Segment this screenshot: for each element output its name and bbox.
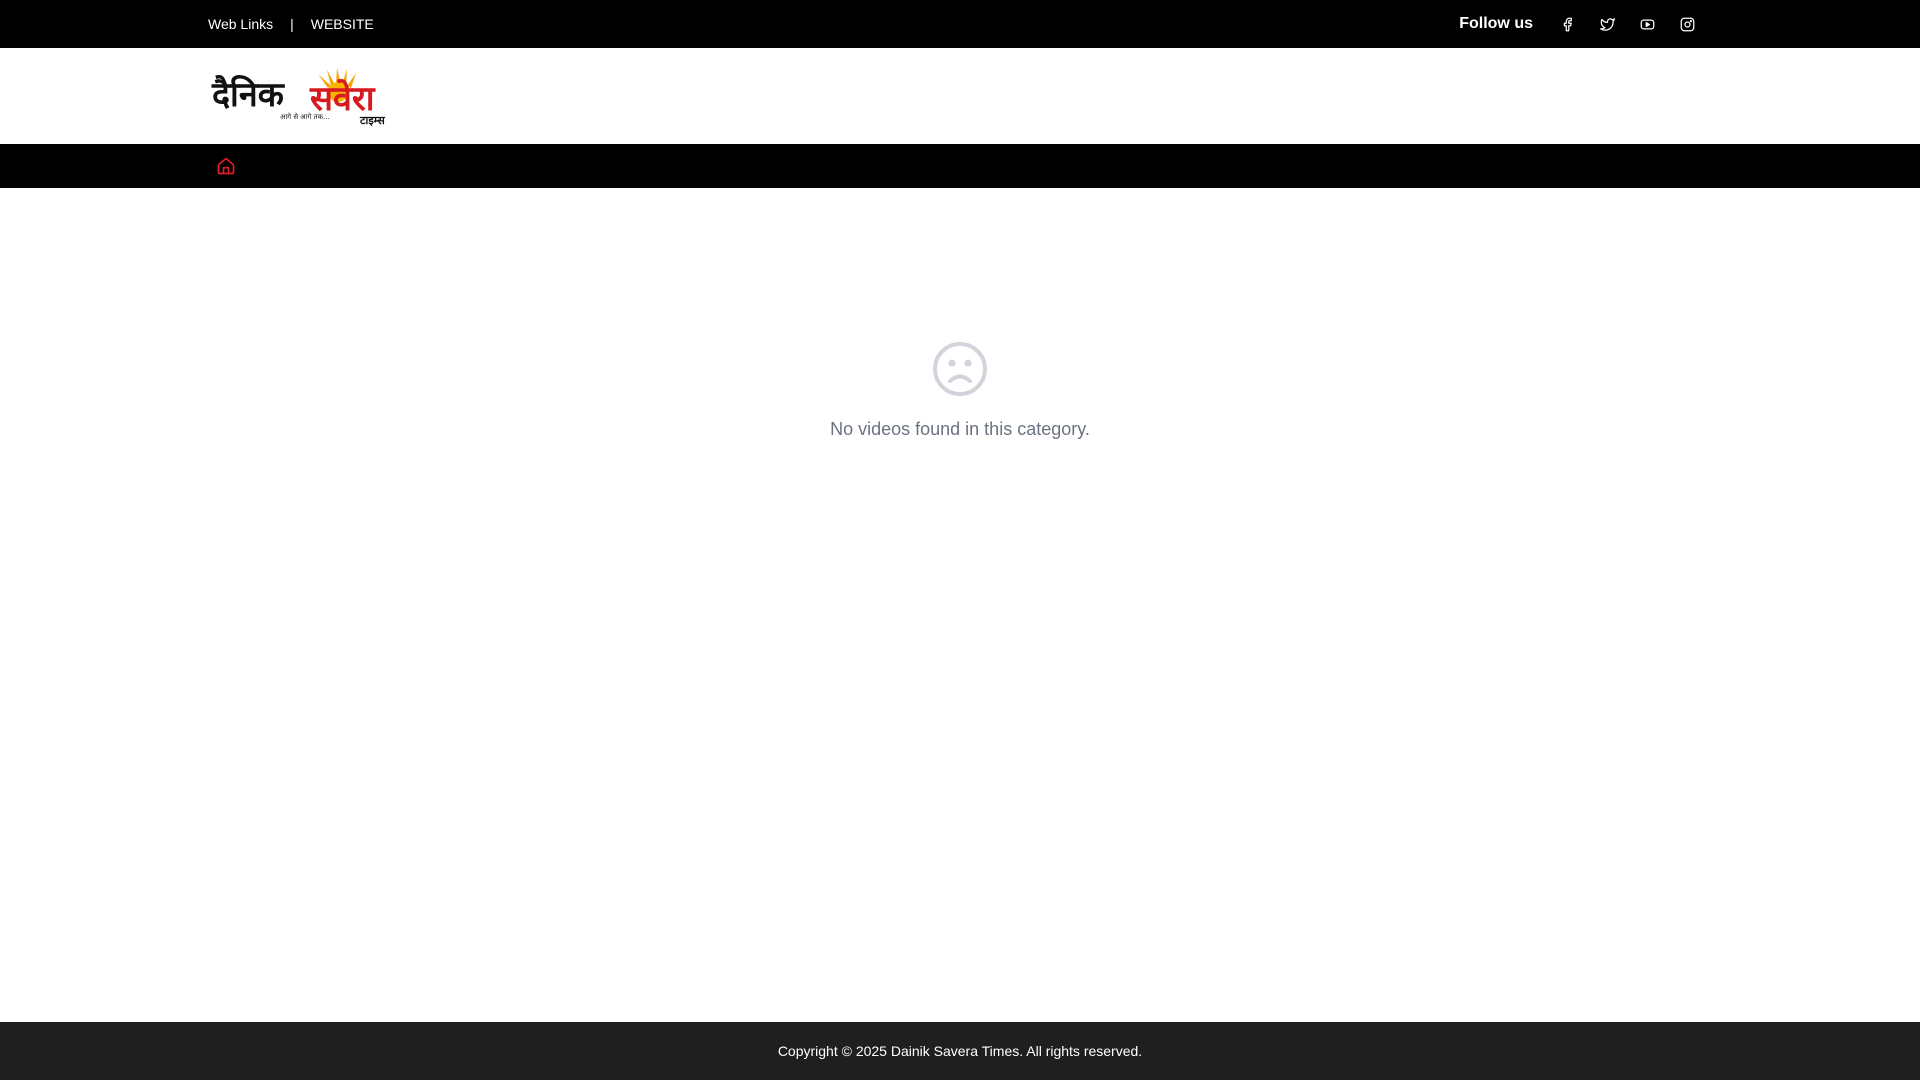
logo-graphic: दैनिक सवेरा आगे से आगे तक... टाइम्स [211, 68, 385, 127]
instagram-icon[interactable] [1667, 0, 1707, 48]
logo-tagline: आगे से आगे तक... [280, 112, 330, 121]
facebook-icon[interactable] [1547, 0, 1587, 48]
social-links: Follow us [1459, 0, 1707, 48]
logo-wordmark-left: दैनिक [211, 74, 286, 115]
youtube-icon[interactable] [1627, 0, 1667, 48]
site-logo[interactable]: दैनिक सवेरा आगे से आगे तक... टाइम्स [210, 64, 402, 127]
follow-us-label: Follow us [1459, 15, 1533, 32]
empty-message: No videos found in this category. [830, 419, 1090, 439]
site-header: दैनिक सवेरा आगे से आगे तक... टाइम्स [0, 48, 1920, 144]
separator: | [290, 16, 294, 32]
website-link[interactable]: WEBSITE [311, 16, 374, 32]
web-links-link[interactable]: Web Links [208, 16, 273, 32]
empty-state: No videos found in this category. [0, 340, 1920, 440]
site-footer: Copyright © 2025 Dainik Savera Times. Al… [0, 1022, 1920, 1080]
logo-sub: टाइम्स [359, 114, 385, 126]
twitter-icon[interactable] [1587, 0, 1627, 48]
home-icon[interactable] [212, 154, 240, 178]
main-nav [0, 144, 1920, 188]
top-bar: Web Links | WEBSITE Follow us [0, 0, 1920, 48]
sad-face-icon [931, 340, 989, 398]
top-links: Web Links | WEBSITE [208, 0, 374, 48]
copyright-text: Copyright © 2025 Dainik Savera Times. Al… [777, 1043, 1143, 1059]
